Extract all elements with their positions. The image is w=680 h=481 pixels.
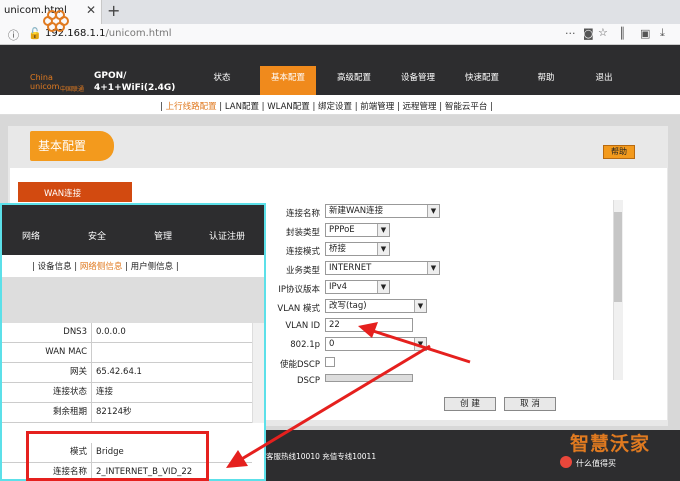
annotation-arrows <box>226 322 471 468</box>
arrow-to-vlan-id <box>369 328 471 364</box>
arrow-to-vid <box>239 344 431 462</box>
arrow-head-vlan <box>358 322 378 338</box>
arrow-head-vid <box>226 450 248 468</box>
